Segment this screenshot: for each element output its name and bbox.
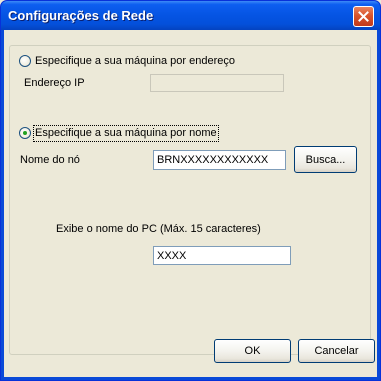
pc-name-input[interactable]: XXXX [153, 246, 291, 265]
name-radio[interactable] [19, 127, 31, 139]
window-title: Configurações de Rede [8, 8, 154, 23]
name-radio-label[interactable]: Especifique a sua máquina por nome [33, 125, 219, 142]
dialog-body: Especifique a sua máquina por endereço E… [4, 30, 377, 377]
network-settings-dialog: Configurações de Rede Especifique a sua … [0, 0, 381, 381]
radio-selected-dot [23, 131, 27, 135]
close-button[interactable] [353, 6, 374, 27]
search-button[interactable]: Busca... [294, 146, 357, 173]
ok-button[interactable]: OK [214, 339, 291, 363]
node-name-label: Nome do nó [20, 154, 80, 166]
search-button-label: Busca... [305, 153, 346, 166]
node-name-input[interactable]: BRNXXXXXXXXXXXX [153, 150, 286, 170]
ip-address-label: Endereço IP [24, 77, 85, 89]
close-icon [358, 11, 369, 22]
title-bar: Configurações de Rede [1, 1, 380, 30]
pc-name-label: Exibe o nome do PC (Máx. 15 caracteres) [56, 223, 261, 235]
cancel-button-label: Cancelar [314, 345, 359, 357]
cancel-button[interactable]: Cancelar [298, 339, 375, 363]
ok-button-label: OK [244, 345, 261, 357]
address-radio[interactable] [19, 55, 31, 67]
ip-address-field[interactable] [150, 74, 284, 92]
address-radio-label[interactable]: Especifique a sua máquina por endereço [35, 55, 235, 68]
